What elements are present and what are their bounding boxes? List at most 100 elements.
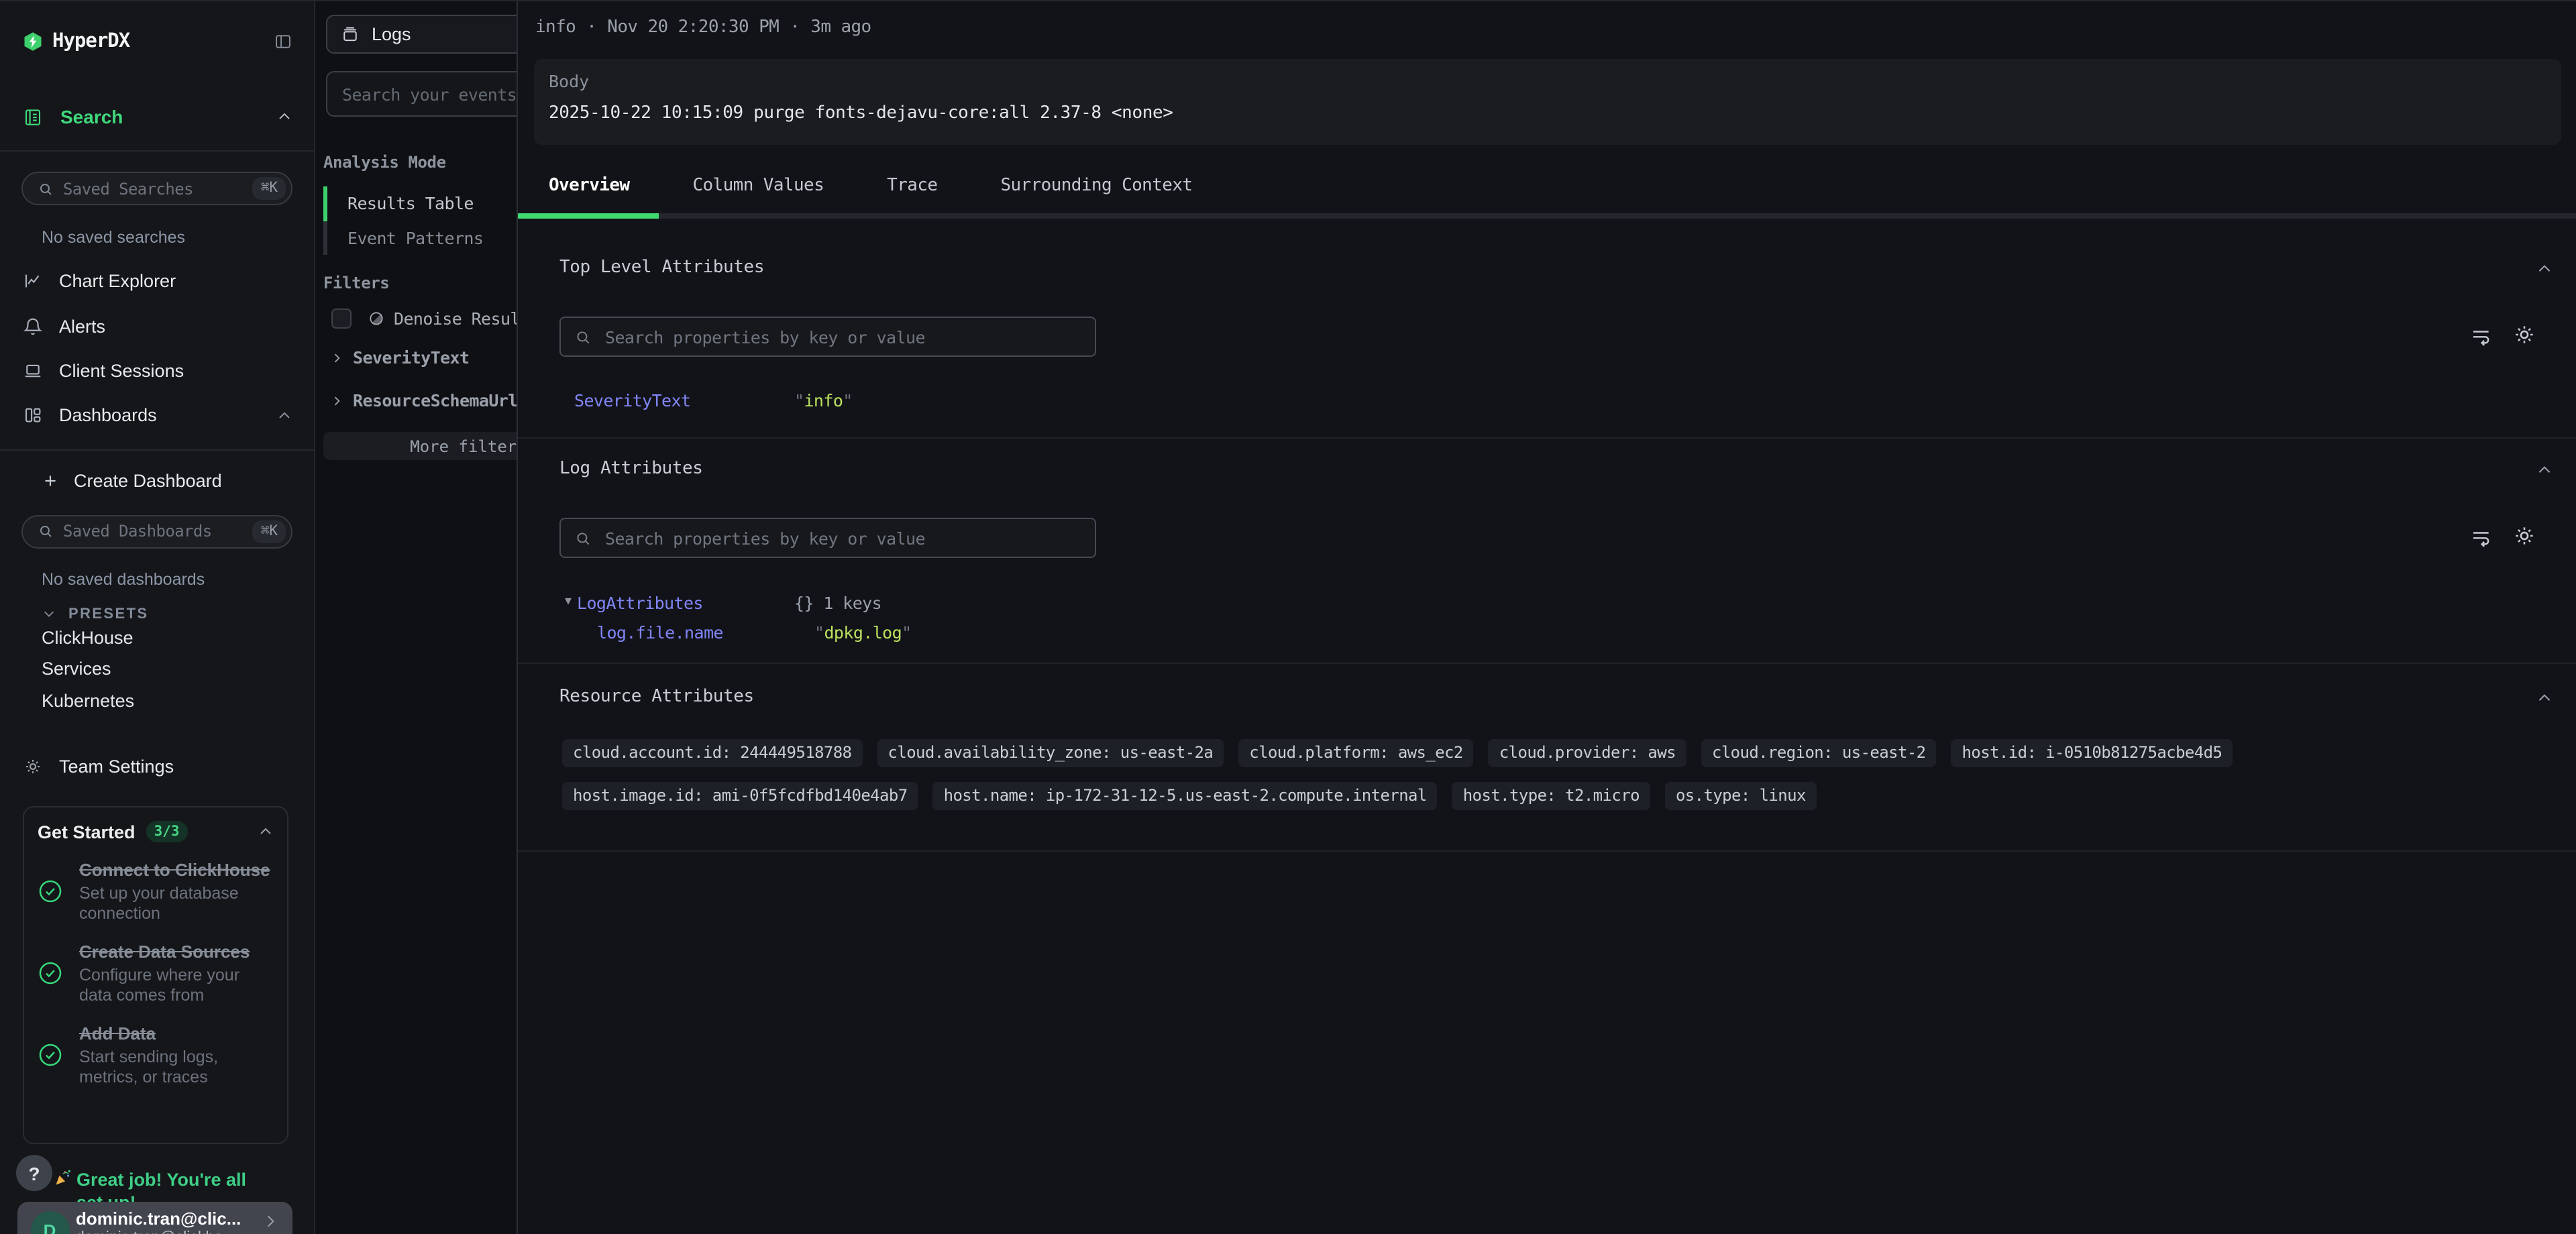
search-icon bbox=[574, 529, 592, 547]
logs-source-icon bbox=[341, 25, 360, 44]
tabs-divider bbox=[518, 213, 2576, 219]
denoise-checkbox[interactable] bbox=[331, 309, 351, 329]
resource-chip[interactable]: cloud.availability_zone: us-east-2a bbox=[877, 739, 1224, 767]
laptop-icon bbox=[23, 361, 43, 381]
resource-chip[interactable]: host.type: t2.micro bbox=[1452, 782, 1650, 810]
congrats-line1: Great job! You're all bbox=[76, 1170, 246, 1190]
saved-dashboards-input[interactable]: Saved Dashboards ⌘K bbox=[21, 514, 292, 548]
tab-column-values[interactable]: Column Values bbox=[692, 169, 824, 204]
resource-chip[interactable]: cloud.account.id: 244449518788 bbox=[562, 739, 863, 767]
body-label: Body bbox=[549, 71, 589, 91]
resource-attribute-chips: cloud.account.id: 244449518788 cloud.ava… bbox=[562, 739, 2548, 810]
log-attributes-search-box[interactable] bbox=[559, 518, 1096, 558]
shortcut-badge: ⌘K bbox=[253, 177, 286, 200]
sidebar-item-chart-explorer[interactable]: Chart Explorer bbox=[0, 259, 314, 304]
shortcut-badge: ⌘K bbox=[253, 520, 286, 543]
get-started-card: Get Started 3/3 Connect to ClickHouse Se… bbox=[23, 806, 288, 1144]
denoise-icon bbox=[367, 310, 384, 327]
resource-chip[interactable]: host.name: ip-172-31-12-5.us-east-2.comp… bbox=[933, 782, 1438, 810]
saved-searches-placeholder: Saved Searches bbox=[63, 179, 253, 198]
gear-icon[interactable] bbox=[2512, 523, 2537, 549]
tab-surrounding-context[interactable]: Surrounding Context bbox=[1000, 169, 1192, 204]
collapse-section-icon[interactable] bbox=[2536, 260, 2553, 278]
chevron-up-icon[interactable] bbox=[276, 408, 292, 424]
tab-trace[interactable]: Trace bbox=[887, 169, 937, 204]
wrap-lines-icon[interactable] bbox=[2470, 527, 2493, 550]
logo-row: HyperDX bbox=[23, 21, 292, 62]
mode-results-table[interactable]: Results Table bbox=[323, 186, 474, 221]
preset-kubernetes[interactable]: Kubernetes bbox=[42, 686, 314, 716]
attribute-key: log.file.name bbox=[597, 622, 814, 642]
chevron-up-icon[interactable] bbox=[276, 109, 292, 125]
dashboards-block: Create Dashboard Saved Dashboards ⌘K No … bbox=[0, 449, 314, 786]
check-circle-icon bbox=[38, 961, 63, 987]
app-title: HyperDX bbox=[52, 31, 274, 52]
event-detail-drawer: info·Nov 20 2:20:30 PM·3m ago Body 2025-… bbox=[517, 0, 2576, 1234]
get-started-item[interactable]: Add Data Start sending logs, metrics, or… bbox=[38, 1023, 274, 1087]
detail-tabs: Overview Column Values Trace Surrounding… bbox=[549, 169, 1192, 204]
task-description: Set up your database connection bbox=[79, 884, 274, 924]
filter-group-severitytext[interactable]: SeverityText bbox=[330, 347, 469, 368]
attribute-row-severitytext[interactable]: SeverityText "info" bbox=[574, 390, 853, 410]
log-attributes-title: Log Attributes bbox=[559, 459, 703, 479]
resource-chip[interactable]: host.image.id: ami-0f5fcdfbd140e4ab7 bbox=[562, 782, 918, 810]
task-title: Create Data Sources bbox=[79, 942, 274, 963]
chart-icon bbox=[23, 271, 43, 291]
sidebar-item-alerts[interactable]: Alerts bbox=[0, 304, 314, 349]
avatar: D bbox=[30, 1211, 69, 1234]
source-select-value: Logs bbox=[372, 24, 411, 44]
analysis-mode-label: Analysis Mode bbox=[323, 153, 446, 172]
tab-overview[interactable]: Overview bbox=[549, 169, 629, 204]
sidebar-item-dashboards[interactable]: Dashboards bbox=[0, 393, 314, 438]
filters-label: Filters bbox=[323, 274, 389, 292]
question-icon: ? bbox=[28, 1162, 40, 1184]
sidebar-section-search[interactable]: Search bbox=[23, 97, 292, 137]
event-age: 3m ago bbox=[810, 17, 871, 38]
resource-chip[interactable]: host.id: i-0510b81275acbe4d5 bbox=[1951, 739, 2233, 767]
sidebar-collapse-icon[interactable] bbox=[274, 32, 292, 51]
hyperdx-logo-icon[interactable] bbox=[23, 31, 43, 52]
app-root: HyperDX Search Saved Searches ⌘K No save… bbox=[0, 0, 2576, 1234]
get-started-item[interactable]: Connect to ClickHouse Set up your databa… bbox=[38, 860, 274, 924]
attribute-key: LogAttributes bbox=[577, 593, 794, 613]
top-level-search-input[interactable] bbox=[602, 325, 1081, 348]
attribute-row-logattributes[interactable]: LogAttributes {} 1 keys bbox=[577, 593, 881, 613]
wrap-lines-icon[interactable] bbox=[2470, 326, 2493, 349]
preset-services[interactable]: Services bbox=[42, 655, 314, 685]
user-menu[interactable]: D dominic.tran@clic... dominic.tran@clic… bbox=[17, 1202, 292, 1234]
collapse-section-icon[interactable] bbox=[2536, 689, 2553, 707]
help-button[interactable]: ? bbox=[16, 1155, 52, 1191]
progress-badge: 3/3 bbox=[146, 821, 188, 842]
gear-icon[interactable] bbox=[2512, 322, 2537, 347]
active-indicator bbox=[323, 186, 327, 221]
sidebar-nav: Chart Explorer Alerts Client Sessions Da… bbox=[0, 259, 314, 438]
log-attributes-search-input[interactable] bbox=[602, 526, 1081, 549]
get-started-header[interactable]: Get Started 3/3 bbox=[38, 821, 274, 842]
attribute-row-log-file-name[interactable]: log.file.name "dpkg.log" bbox=[597, 622, 912, 642]
create-dashboard-button[interactable]: Create Dashboard bbox=[42, 461, 292, 501]
filter-group-resourceschemaurl[interactable]: ResourceSchemaUrl bbox=[330, 390, 518, 410]
saved-searches-input[interactable]: Saved Searches ⌘K bbox=[21, 172, 292, 205]
resource-chip[interactable]: cloud.region: us-east-2 bbox=[1701, 739, 1937, 767]
get-started-item[interactable]: Create Data Sources Configure where your… bbox=[38, 942, 274, 1006]
resource-attributes-title: Resource Attributes bbox=[559, 687, 754, 707]
resource-chip[interactable]: cloud.platform: aws_ec2 bbox=[1238, 739, 1474, 767]
sidebar-item-client-sessions[interactable]: Client Sessions bbox=[0, 349, 314, 394]
presets-toggle[interactable]: PRESETS bbox=[42, 606, 314, 622]
sidebar-item-team-settings[interactable]: Team Settings bbox=[23, 746, 292, 786]
active-tab-indicator bbox=[518, 213, 659, 219]
plus-icon bbox=[42, 472, 59, 490]
tree-expand-icon[interactable]: ▾ bbox=[565, 594, 572, 609]
search-section-label: Search bbox=[60, 106, 276, 127]
mode-event-patterns[interactable]: Event Patterns bbox=[323, 221, 483, 255]
resource-chip[interactable]: os.type: linux bbox=[1665, 782, 1817, 810]
inactive-indicator bbox=[323, 221, 327, 255]
top-level-search-box[interactable] bbox=[559, 317, 1096, 357]
collapse-section-icon[interactable] bbox=[2536, 461, 2553, 479]
body-card: Body 2025-10-22 10:15:09 purge fonts-dej… bbox=[534, 59, 2561, 145]
chevron-up-icon[interactable] bbox=[258, 824, 274, 840]
search-icon bbox=[574, 328, 592, 345]
task-description: Start sending logs, metrics, or traces bbox=[79, 1047, 274, 1087]
preset-clickhouse[interactable]: ClickHouse bbox=[42, 623, 314, 653]
resource-chip[interactable]: cloud.provider: aws bbox=[1489, 739, 1686, 767]
